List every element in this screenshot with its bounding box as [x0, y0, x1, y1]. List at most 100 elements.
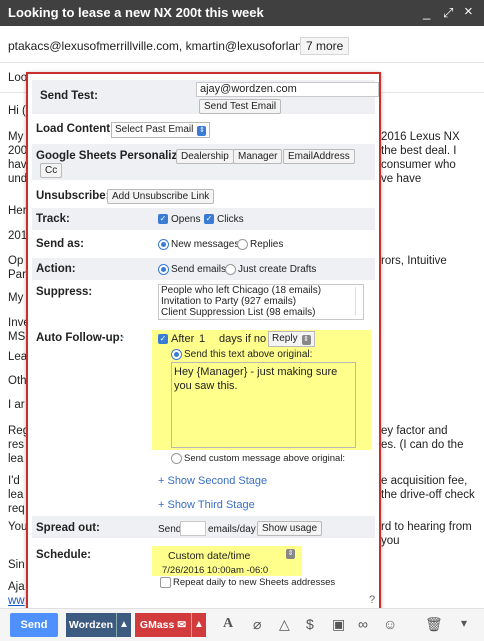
- send-custom-radio[interactable]: [171, 453, 182, 464]
- followup-text-area[interactable]: Hey {Manager} - just making sure you saw…: [171, 362, 356, 448]
- load-content-label: Load Content:: [36, 123, 114, 135]
- followup-days-input[interactable]: 1: [199, 333, 205, 345]
- repeat-daily-label: Repeat daily to new Sheets addresses: [173, 577, 336, 588]
- followup-condition-value: Reply: [272, 333, 298, 344]
- show-usage-button[interactable]: Show usage: [257, 521, 323, 536]
- followup-toggle-link[interactable]: -: [121, 332, 124, 343]
- body-fragment: you: [381, 535, 400, 547]
- send-test-email-button[interactable]: Send Test Email: [199, 99, 282, 114]
- opens-checkbox[interactable]: ✓: [158, 214, 168, 224]
- opens-label: Opens: [171, 214, 201, 225]
- subject-field[interactable]: Loo: [8, 71, 27, 85]
- help-icon[interactable]: ?: [369, 594, 375, 606]
- suppress-list-item[interactable]: Invitation to Party (927 emails): [159, 296, 363, 307]
- new-messages-radio[interactable]: [158, 239, 169, 250]
- body-fragment: 2016 Lexus NX: [381, 131, 460, 143]
- suppress-list-item[interactable]: People who left Chicago (18 emails): [159, 285, 363, 296]
- suppress-list-item[interactable]: Client Suppression List (98 emails): [159, 307, 363, 318]
- repeat-daily-checkbox[interactable]: [160, 577, 171, 588]
- spread-send-label: Send: [158, 524, 182, 535]
- tag-manager-button[interactable]: Manager: [233, 149, 283, 164]
- tag-emailaddress-button[interactable]: EmailAddress: [283, 149, 355, 164]
- body-fragment: the best deal. I: [381, 145, 457, 157]
- create-drafts-radio[interactable]: [225, 264, 236, 275]
- chevron-updown-icon[interactable]: ⇕: [286, 549, 295, 559]
- body-fragment: the drive-off check: [381, 489, 475, 501]
- body-fragment: Par: [8, 269, 26, 281]
- body-fragment: 201: [8, 230, 28, 242]
- schedule-select-value[interactable]: Custom date/time: [168, 550, 250, 562]
- wordzen-button[interactable]: Wordzen: [66, 613, 116, 637]
- followup-checkbox[interactable]: ✓: [158, 334, 168, 344]
- followup-condition-select[interactable]: Reply ⇕: [268, 331, 315, 347]
- body-fragment: Lea: [8, 351, 28, 363]
- popout-icon[interactable]: ⤢: [443, 5, 453, 21]
- body-fragment: rors, Intuitive: [381, 255, 447, 267]
- replies-label: Replies: [250, 239, 284, 250]
- body-fragment: I'd: [8, 475, 20, 487]
- formatting-icon[interactable]: A: [223, 616, 233, 632]
- gmass-button[interactable]: GMass ✉: [135, 613, 191, 637]
- send-emails-label: Send emails: [171, 264, 227, 275]
- compose-title: Looking to lease a new NX 200t this week: [8, 5, 264, 20]
- tag-cc-button[interactable]: Cc: [40, 163, 63, 178]
- close-icon[interactable]: ×: [464, 3, 473, 20]
- suppress-label: Suppress:: [36, 286, 93, 298]
- compose-header: Looking to lease a new NX 200t this week…: [0, 0, 484, 26]
- body-fragment: Hi (: [8, 105, 26, 117]
- link-icon[interactable]: ∞: [358, 616, 368, 632]
- recipients-text[interactable]: ptakacs@lexusofmerrillville.com, kmartin…: [8, 39, 334, 53]
- body-fragment: I ar: [8, 399, 25, 411]
- body-fragment: MS: [8, 331, 26, 343]
- after-label: After: [171, 333, 195, 345]
- create-drafts-label: Just create Drafts: [238, 264, 317, 275]
- body-fragment: Oth: [8, 375, 27, 387]
- recipients-row[interactable]: ptakacs@lexusofmerrillville.com, kmartin…: [0, 30, 484, 63]
- body-fragment: My: [8, 131, 24, 143]
- compose-toolbar: Send Wordzen ▲ GMass ✉ ▲ A ⌀ △ $ ▣ ∞ ☺ 🗑…: [0, 608, 484, 641]
- clicks-label: Clicks: [217, 214, 244, 225]
- trash-icon[interactable]: 🗑: [425, 616, 443, 633]
- minimize-icon[interactable]: _: [423, 5, 430, 20]
- send-as-label: Send as:: [36, 238, 84, 250]
- more-options-icon[interactable]: ▾: [461, 616, 467, 630]
- wordzen-dropdown-icon[interactable]: ▲: [116, 613, 131, 637]
- body-link-fragment[interactable]: ww: [8, 594, 25, 608]
- unsubscribe-label: Unsubscribe:: [36, 190, 110, 202]
- tag-dealership-button[interactable]: Dealership: [176, 149, 234, 164]
- test-email-input[interactable]: ajay@wordzen.com: [196, 82, 379, 97]
- body-fragment: rd to hearing from: [381, 521, 472, 533]
- show-second-stage-link[interactable]: + Show Second Stage: [158, 475, 267, 487]
- more-recipients-button[interactable]: 7 more: [300, 37, 350, 55]
- photo-icon[interactable]: ▣: [332, 616, 345, 633]
- suppress-scrollbar[interactable]: [355, 287, 362, 315]
- body-fragment: ey factor and: [381, 425, 448, 437]
- body-fragment: Her: [8, 205, 27, 217]
- body-fragment: req: [8, 503, 25, 515]
- add-unsubscribe-link-button[interactable]: Add Unsubscribe Link: [107, 189, 215, 204]
- schedule-datetime-input[interactable]: 7/26/2016 10:00am -06:0: [162, 565, 268, 576]
- money-icon[interactable]: $: [306, 616, 314, 632]
- replies-radio[interactable]: [237, 239, 248, 250]
- send-text-radio[interactable]: [171, 349, 182, 360]
- attach-icon[interactable]: ⌀: [253, 616, 261, 633]
- spread-out-label: Spread out:: [36, 522, 100, 534]
- gmass-settings-icon[interactable]: ▲: [191, 613, 206, 637]
- suppress-listbox[interactable]: People who left Chicago (18 emails) Invi…: [158, 284, 364, 320]
- body-fragment: lea: [8, 453, 24, 465]
- emails-per-day-label: emails/day: [208, 524, 256, 535]
- past-email-select[interactable]: Select Past Email ⇕: [111, 122, 211, 138]
- show-third-stage-link[interactable]: + Show Third Stage: [158, 499, 255, 511]
- drive-icon[interactable]: △: [279, 616, 290, 633]
- send-emails-radio[interactable]: [158, 264, 169, 275]
- days-if-no-label: days if no: [219, 333, 267, 345]
- gmass-settings-panel: Send Test: ajay@wordzen.com Send Test Em…: [26, 72, 381, 612]
- send-test-label: Send Test:: [40, 90, 98, 102]
- body-fragment: ve have: [381, 173, 422, 185]
- emails-per-day-input[interactable]: [180, 521, 206, 536]
- emoji-icon[interactable]: ☺: [383, 616, 397, 632]
- clicks-checkbox[interactable]: ✓: [204, 214, 214, 224]
- send-button[interactable]: Send: [10, 613, 58, 637]
- personalize-label: Google Sheets Personalize:: [36, 150, 188, 162]
- body-fragment: My: [8, 292, 24, 304]
